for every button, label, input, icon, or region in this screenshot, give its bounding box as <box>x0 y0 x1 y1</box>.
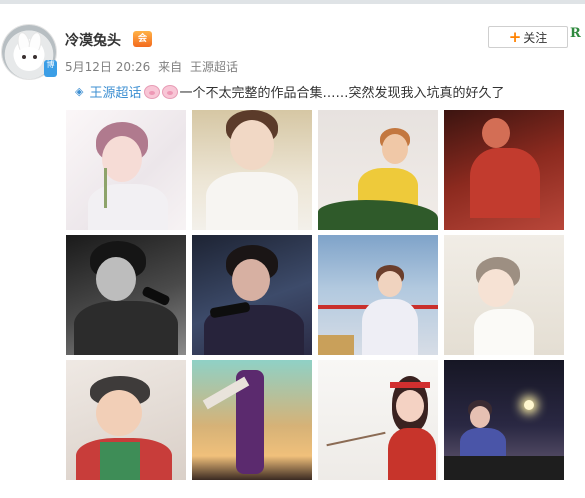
supertopic-icon: ◈ <box>75 85 84 98</box>
image-grid <box>66 110 564 482</box>
post-date[interactable]: 5月12日 20:26 <box>65 60 150 74</box>
artwork-thumbnail[interactable] <box>444 110 564 230</box>
artwork-thumbnail[interactable] <box>318 360 438 480</box>
side-logo-icon: R <box>570 26 581 41</box>
post-text: ◈ 王源超话 一个不太完整的作品合集……突然发现我入坑真的好久了 <box>75 82 585 101</box>
avatar-eye-left <box>22 55 26 59</box>
verified-badge-icon: 博 <box>44 60 57 77</box>
follow-button-label: 关注 <box>523 30 548 45</box>
pig-emoji-icon <box>162 84 179 99</box>
topic-link[interactable]: 王源超话 <box>89 82 141 101</box>
artwork-thumbnail[interactable] <box>192 235 312 355</box>
post-meta: 5月12日 20:26 来自 王源超话 <box>65 58 242 75</box>
artwork-thumbnail[interactable] <box>318 235 438 355</box>
top-divider-bar <box>0 0 585 4</box>
artwork-thumbnail[interactable] <box>318 110 438 230</box>
artwork-thumbnail[interactable] <box>66 235 186 355</box>
artwork-thumbnail[interactable] <box>192 110 312 230</box>
artwork-thumbnail[interactable] <box>66 360 186 480</box>
vip-member-icon[interactable]: 会 <box>133 31 152 47</box>
artwork-thumbnail[interactable] <box>444 360 564 480</box>
pig-emoji-icon <box>144 84 161 99</box>
source-prefix: 来自 <box>158 60 183 74</box>
artwork-thumbnail[interactable] <box>66 110 186 230</box>
post-source-link[interactable]: 王源超话 <box>190 60 238 74</box>
avatar-eye-right <box>33 55 37 59</box>
avatar-face <box>15 47 43 71</box>
artwork-thumbnail[interactable] <box>444 235 564 355</box>
plus-icon: + <box>508 28 522 46</box>
artwork-thumbnail[interactable] <box>192 360 312 480</box>
follow-button[interactable]: + 关注 <box>488 26 568 48</box>
username[interactable]: 冷漠兔头 <box>65 30 121 50</box>
post-body-text: 一个不太完整的作品合集……突然发现我入坑真的好久了 <box>179 86 505 101</box>
